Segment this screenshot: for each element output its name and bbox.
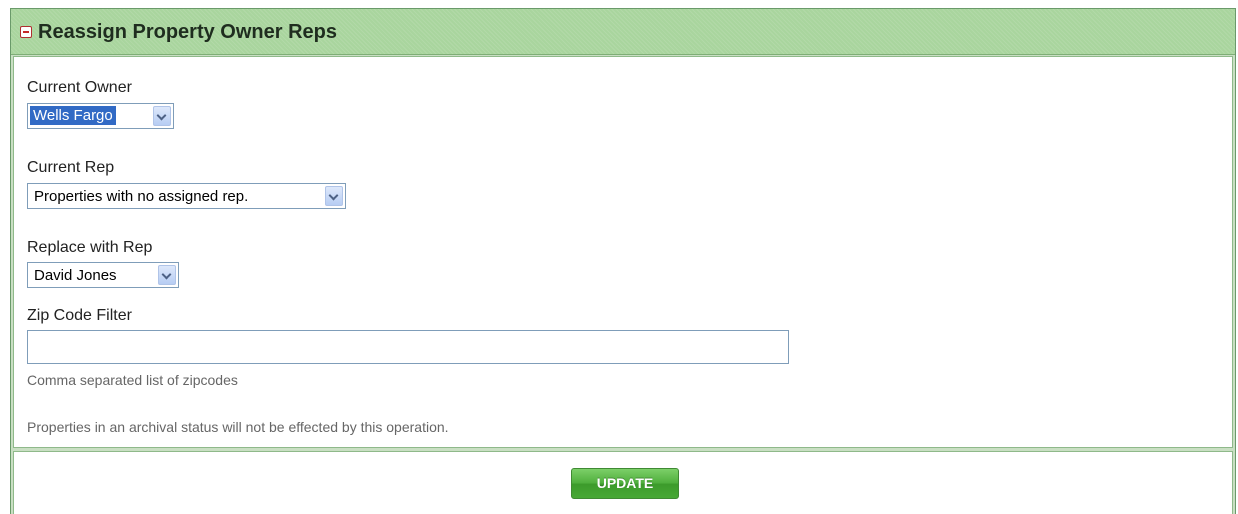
form-area: Current Owner Wells Fargo Current Rep Pr… [13, 56, 1233, 448]
zip-filter-hint: Comma separated list of zipcodes [27, 372, 238, 388]
reassign-panel: Reassign Property Owner Reps Current Own… [10, 8, 1236, 514]
footer-area: UPDATE [13, 451, 1233, 514]
current-owner-select[interactable]: Wells Fargo [27, 103, 174, 129]
collapse-icon[interactable] [20, 26, 32, 38]
current-rep-label: Current Rep [27, 159, 115, 176]
archival-note: Properties in an archival status will no… [27, 419, 449, 435]
current-rep-select[interactable]: Properties with no assigned rep. [27, 183, 346, 209]
replace-rep-select[interactable]: David Jones [27, 262, 179, 288]
panel-header: Reassign Property Owner Reps [11, 9, 1235, 55]
zip-code-input[interactable] [27, 330, 789, 364]
zip-filter-label: Zip Code Filter [27, 307, 132, 324]
dropdown-arrow-icon[interactable] [158, 265, 176, 285]
dropdown-arrow-icon[interactable] [325, 186, 343, 206]
replace-rep-label: Replace with Rep [27, 239, 153, 256]
replace-rep-value: David Jones [34, 267, 117, 284]
dropdown-arrow-icon[interactable] [153, 106, 171, 126]
current-owner-label: Current Owner [27, 79, 132, 96]
current-rep-value: Properties with no assigned rep. [34, 188, 249, 205]
update-button[interactable]: UPDATE [571, 468, 679, 499]
panel-title: Reassign Property Owner Reps [38, 21, 337, 43]
current-owner-value: Wells Fargo [29, 105, 117, 126]
